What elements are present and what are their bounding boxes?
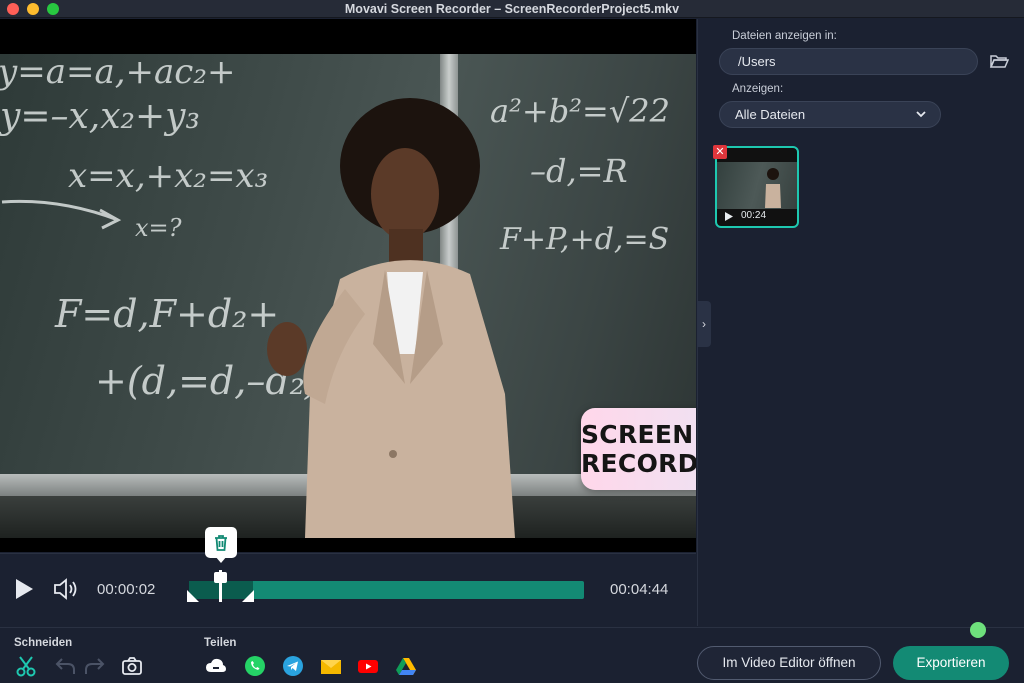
playhead-knob[interactable]	[214, 572, 227, 583]
chalk-text: x=x,+x₂=x₃	[68, 156, 269, 196]
telegram-icon[interactable]	[282, 655, 304, 677]
delete-fragment-button[interactable]	[205, 527, 237, 558]
tooltip-pointer	[215, 556, 227, 563]
cut-section-label: Schneiden	[14, 637, 73, 649]
delete-recording-button[interactable]: ✕	[713, 145, 727, 159]
play-icon[interactable]	[14, 578, 34, 600]
window-title: Movavi Screen Recorder – ScreenRecorderP…	[344, 2, 680, 16]
chalk-arrow	[1, 199, 122, 230]
thumbnail-presenter	[765, 168, 781, 208]
total-time: 00:04:44	[610, 581, 669, 598]
status-indicator	[970, 622, 986, 638]
presenter	[267, 98, 515, 538]
filter-label: Anzeigen:	[732, 83, 784, 95]
thumbnail-play-icon	[725, 212, 733, 221]
chalk-text: y=a=a,+ac₂+	[0, 54, 236, 92]
thumbnail-image	[717, 162, 797, 209]
youtube-icon[interactable]	[357, 655, 379, 677]
file-filter-value: Alle Dateien	[735, 107, 806, 122]
chevron-down-icon	[916, 111, 926, 118]
undo-icon[interactable]	[54, 655, 76, 677]
promo-banner-text: SCREEN + AUDIO RECORDER	[581, 420, 696, 478]
email-icon[interactable]	[320, 655, 342, 677]
camera-icon[interactable]	[121, 655, 143, 677]
share-section-label: Teilen	[204, 637, 237, 649]
scissors-icon[interactable]	[15, 655, 37, 677]
folder-label: Dateien anzeigen in:	[732, 30, 837, 42]
thumbnail-duration: 00:24	[741, 210, 767, 221]
google-drive-icon[interactable]	[395, 655, 417, 677]
app-window: Movavi Screen Recorder – ScreenRecorderP…	[0, 0, 1024, 683]
video-preview[interactable]: y=a=a,+ac₂+ y=–x,x₂+y₃ x=x,+x₂=x₃ x=? F=…	[0, 19, 696, 552]
file-browser-sidebar: Dateien anzeigen in: /Users Anzeigen: Al…	[697, 19, 1024, 626]
folder-path-field[interactable]: /Users	[719, 48, 978, 75]
redo-icon[interactable]	[84, 655, 106, 677]
export-button[interactable]: Exportieren	[893, 646, 1009, 680]
whatsapp-icon[interactable]	[244, 655, 266, 677]
recording-thumbnail[interactable]: 00:24	[715, 146, 799, 228]
playback-bar: 00:00:02 00:04:44	[0, 527, 696, 626]
trim-start-handle[interactable]	[187, 590, 199, 602]
trash-icon	[215, 535, 227, 551]
chalk-text: F=d,F+d₂+	[55, 292, 280, 336]
chalk-text: y=–x,x₂+y₃	[0, 96, 200, 137]
file-filter-select[interactable]: Alle Dateien	[719, 101, 941, 128]
folder-open-icon[interactable]	[989, 52, 1009, 70]
title-bar: Movavi Screen Recorder – ScreenRecorderP…	[0, 0, 1024, 18]
trim-end-handle[interactable]	[242, 590, 254, 602]
collapse-sidebar-handle[interactable]: ›	[697, 301, 711, 347]
volume-icon[interactable]	[53, 578, 79, 600]
bottom-toolbar: Schneiden Teilen Im Video Editor öffnen …	[0, 627, 1024, 683]
open-in-video-editor-button[interactable]: Im Video Editor öffnen	[697, 646, 881, 680]
chalk-text: x=?	[135, 214, 182, 242]
promo-banner: SCREEN + AUDIO RECORDER	[581, 408, 696, 490]
cloud-link-icon[interactable]	[205, 655, 227, 677]
current-time: 00:00:02	[97, 581, 156, 598]
